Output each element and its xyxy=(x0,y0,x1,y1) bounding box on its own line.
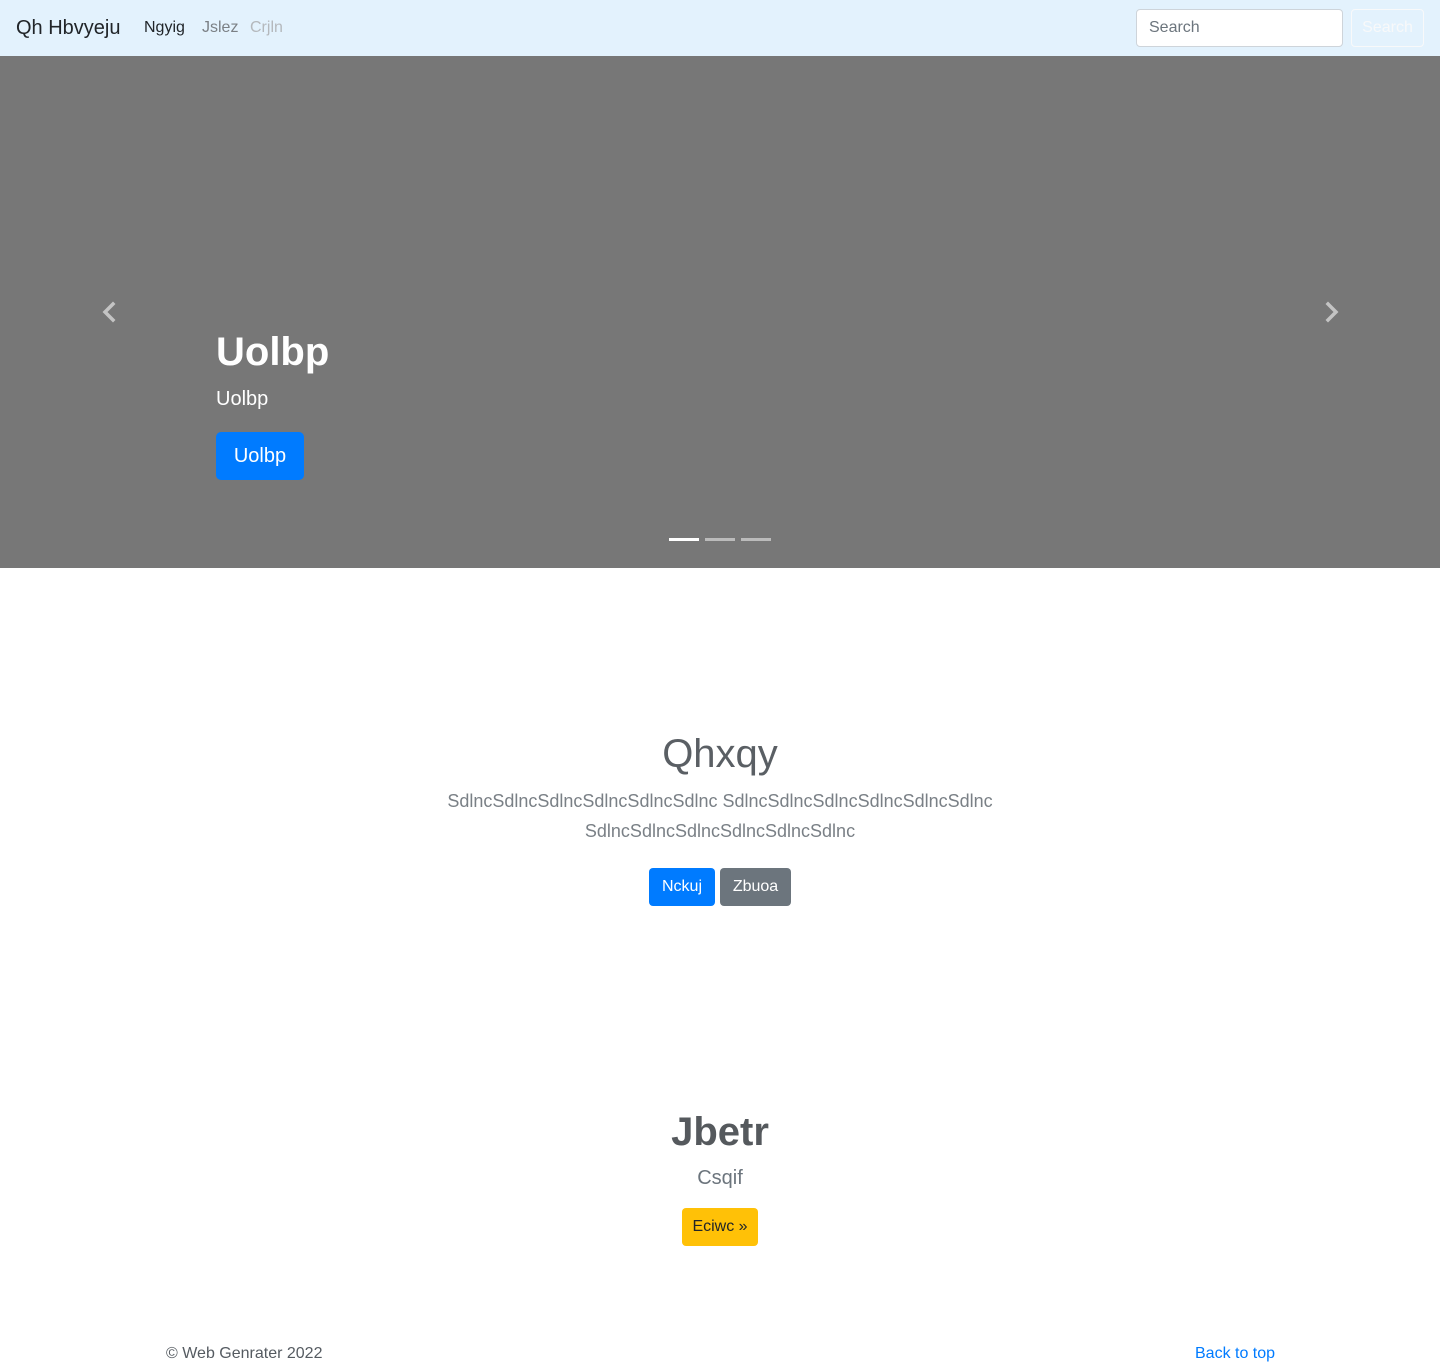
carousel-indicator-3[interactable] xyxy=(741,538,771,541)
chevron-left-icon xyxy=(102,301,116,323)
search-button[interactable]: Search xyxy=(1351,9,1424,47)
section2-text: Csqif xyxy=(697,1167,743,1189)
section1-primary-button[interactable]: Nckuj xyxy=(649,868,715,906)
nav-link-ngyig[interactable]: Ngyig xyxy=(144,18,185,38)
carousel-caption-button[interactable]: Uolbp xyxy=(216,432,304,480)
nav-link-crjln-disabled: Crjln xyxy=(250,19,283,36)
section1-secondary-button[interactable]: Zbuoa xyxy=(720,868,791,906)
section2-button[interactable]: Eciwc » xyxy=(682,1208,758,1246)
section1-heading: Qhxqy xyxy=(662,732,778,776)
hero-carousel: Uolbp Uolbp Uolbp xyxy=(0,56,1440,568)
carousel-caption-text: Uolbp xyxy=(216,388,269,410)
carousel-caption-title: Uolbp xyxy=(216,330,330,374)
search-input[interactable] xyxy=(1136,9,1343,47)
chevron-right-icon xyxy=(1325,301,1339,323)
section1-lead-text: SdlncSdlncSdlncSdlncSdlncSdlnc SdlncSdln… xyxy=(447,791,993,841)
back-to-top-link[interactable]: Back to top xyxy=(1195,1344,1275,1364)
navbar: Qh Hbvyeju Ngyig Jslez Crjln Search xyxy=(0,0,1440,56)
carousel-next-control[interactable] xyxy=(1317,296,1347,328)
carousel-indicator-1[interactable] xyxy=(669,538,699,541)
nav-link-jslez[interactable]: Jslez xyxy=(202,18,238,38)
carousel-prev-control[interactable] xyxy=(94,296,124,328)
footer-copyright: © Web Genrater 2022 xyxy=(166,1345,323,1362)
navbar-brand[interactable]: Qh Hbvyeju xyxy=(16,15,121,41)
carousel-indicators xyxy=(669,538,771,542)
carousel-indicator-2[interactable] xyxy=(705,538,735,541)
section2-heading: Jbetr xyxy=(671,1110,769,1154)
